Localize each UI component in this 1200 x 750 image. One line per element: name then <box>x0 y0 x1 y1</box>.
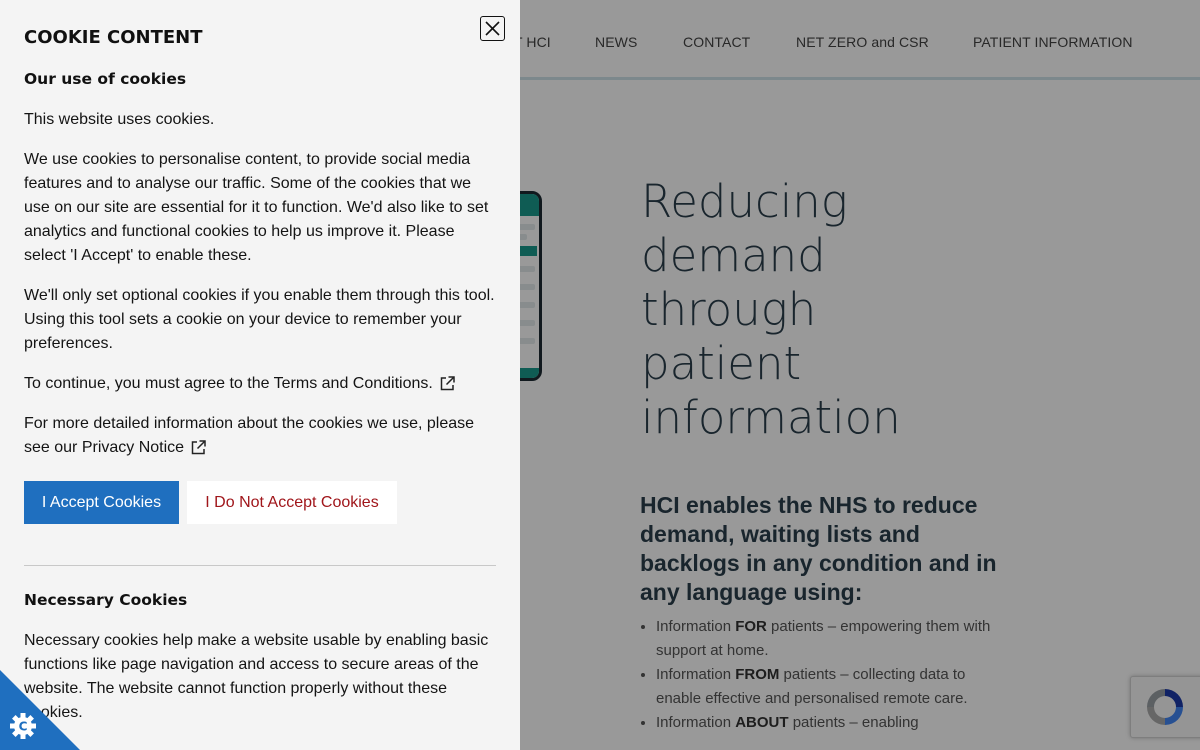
necessary-cookies-heading: Necessary Cookies <box>24 591 188 609</box>
svg-text:C: C <box>19 720 28 734</box>
divider <box>24 565 496 566</box>
cookie-section-heading: Our use of cookies <box>24 70 187 88</box>
cookie-description-text: We use cookies to personalise content, t… <box>24 151 489 264</box>
cookie-consent-panel: COOKIE CONTENT Our use of cookies This w… <box>0 0 520 750</box>
close-icon <box>485 21 500 36</box>
cookie-optional-text: We'll only set optional cookies if you e… <box>24 287 495 352</box>
cookie-settings-badge[interactable]: C <box>0 670 80 750</box>
external-link-icon[interactable] <box>190 439 207 456</box>
privacy-notice-link[interactable]: Privacy Notice <box>82 439 184 456</box>
necessary-cookies-text: Necessary cookies help make a website us… <box>24 632 489 721</box>
terms-link[interactable]: Terms and Conditions. <box>274 375 433 392</box>
reject-cookies-button[interactable]: I Do Not Accept Cookies <box>187 481 397 524</box>
privacy-paragraph: For more detailed information about the … <box>24 415 475 456</box>
external-link-icon[interactable] <box>439 375 456 392</box>
cookie-intro-text: This website uses cookies. <box>24 111 215 128</box>
cookie-gear-icon: C <box>10 713 36 739</box>
accept-cookies-button[interactable]: I Accept Cookies <box>24 481 179 524</box>
cookie-panel-title: COOKIE CONTENT <box>24 27 203 48</box>
terms-paragraph: To continue, you must agree to the Terms… <box>24 372 500 396</box>
close-button[interactable] <box>480 16 505 41</box>
